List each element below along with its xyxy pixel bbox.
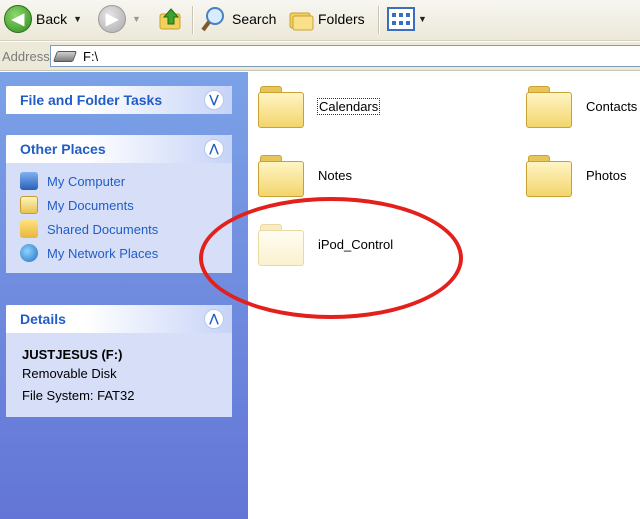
search-button[interactable]: Search [200,3,276,35]
folder-item[interactable]: Calendars [258,86,381,128]
up-folder-button[interactable] [158,3,184,35]
my-computer-icon [20,172,38,190]
back-label: Back [36,11,68,27]
forward-arrow-icon: ▶ [98,5,126,33]
task-pane: File and Folder Tasks ⋁ Other Places ⋀ M… [0,72,248,519]
file-system: File System: FAT32 [22,388,135,403]
place-label: My Network Places [47,245,159,261]
folders-label: Folders [318,11,365,27]
folder-label: Notes [318,167,352,183]
address-field[interactable]: F:\ [50,45,640,67]
folder-label: Photos [586,167,627,183]
folder-item[interactable]: Notes [258,155,352,197]
chevron-up-icon[interactable]: ⋀ [204,139,224,159]
address-label: Address [2,49,50,64]
forward-button[interactable]: ▶ ▼ [98,3,141,35]
panel-title: Details [20,311,66,327]
back-dropdown-icon[interactable]: ▼ [73,14,82,24]
my-documents-icon [20,196,38,214]
back-button[interactable]: ◀ Back ▼ [4,3,82,35]
views-button[interactable]: ▼ [387,3,427,35]
toolbar: ◀ Back ▼ ▶ ▼ Search Folders ▼ [0,0,640,41]
views-dropdown-icon[interactable]: ▼ [418,14,427,24]
address-bar: Address F:\ [0,42,640,71]
search-label: Search [232,11,277,27]
views-icon [387,7,415,31]
drive-name: JUSTJESUS (F:) [22,347,123,362]
place-network-places[interactable]: My Network Places [20,241,218,265]
details-header[interactable]: Details ⋀ [6,305,232,333]
up-folder-icon [159,8,181,30]
details-panel: Details ⋀ JUSTJESUS (F:) Removable Disk … [6,305,232,417]
folder-item-hidden[interactable]: iPod_Control [258,224,394,266]
other-places-header[interactable]: Other Places ⋀ [6,135,232,163]
panel-title: Other Places [20,141,106,157]
place-label: My Computer [47,173,126,189]
place-my-documents[interactable]: My Documents [20,193,218,217]
panel-title: File and Folder Tasks [20,92,163,108]
chevron-down-icon[interactable]: ⋁ [204,90,224,110]
folders-button[interactable]: Folders [288,3,365,35]
file-folder-tasks-header[interactable]: File and Folder Tasks ⋁ [6,86,232,114]
forward-dropdown-icon[interactable]: ▼ [132,14,141,24]
place-shared-documents[interactable]: Shared Documents [20,217,218,241]
folder-item[interactable]: Contacts [526,86,638,128]
folder-label: Calendars [316,97,381,115]
place-label: My Documents [47,197,134,213]
place-my-computer[interactable]: My Computer [20,169,218,193]
folders-icon [289,12,314,31]
network-places-icon [20,244,38,262]
folder-icon [526,155,572,197]
folder-icon [526,86,572,128]
drive-type: Removable Disk [22,366,117,381]
folder-icon [258,155,304,197]
toolbar-separator [378,6,380,34]
folder-item[interactable]: Photos [526,155,627,197]
folder-icon [258,86,304,128]
drive-icon [52,50,78,62]
folder-label: iPod_Control [318,236,394,252]
back-arrow-icon: ◀ [4,5,32,33]
place-label: Shared Documents [47,221,159,237]
chevron-up-icon[interactable]: ⋀ [204,309,224,329]
details-body: JUSTJESUS (F:) Removable Disk File Syste… [6,333,232,417]
other-places-list: My Computer My Documents Shared Document… [6,163,232,273]
toolbar-separator [192,6,194,34]
shared-documents-icon [20,220,38,238]
other-places-panel: Other Places ⋀ My Computer My Documents … [6,135,232,273]
search-icon [201,7,224,32]
hidden-folder-icon [258,224,304,266]
address-value: F:\ [83,48,99,64]
folder-label: Contacts [586,98,638,114]
file-folder-tasks-panel: File and Folder Tasks ⋁ [6,86,232,114]
